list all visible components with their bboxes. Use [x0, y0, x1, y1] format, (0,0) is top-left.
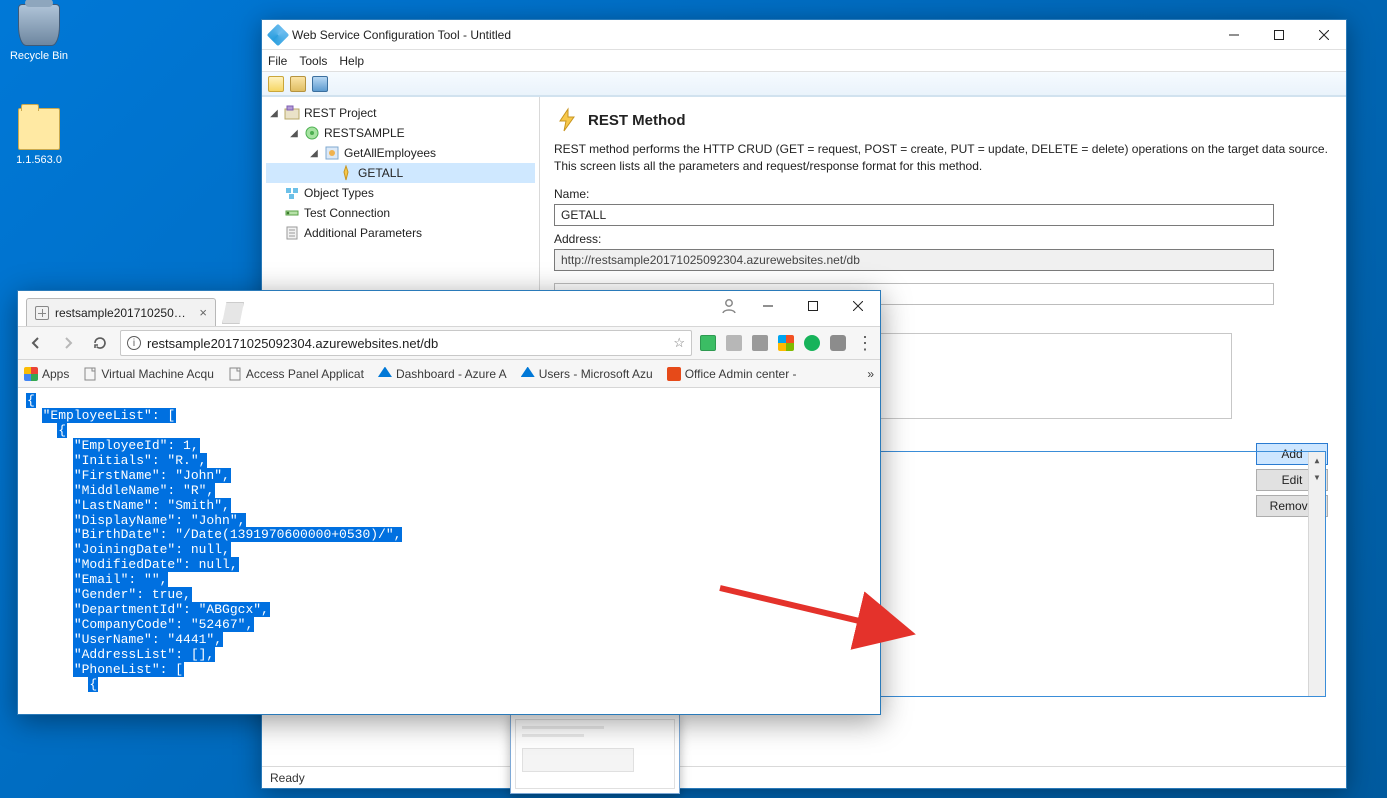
tree-sample[interactable]: ◢ RESTSAMPLE	[266, 123, 535, 143]
address-label: Address:	[554, 232, 1332, 246]
name-label: Name:	[554, 187, 1332, 201]
ext-icon-2[interactable]	[726, 335, 742, 351]
save-icon[interactable]	[312, 76, 328, 92]
method-icon	[338, 165, 354, 181]
bookmark-4[interactable]: Users - Microsoft Azu	[521, 367, 653, 381]
bookmark-5[interactable]: Office Admin center -	[667, 367, 797, 381]
bookmark-3[interactable]: Dashboard - Azure A	[378, 367, 507, 381]
toolbar	[262, 72, 1346, 96]
tree-test-connection[interactable]: Test Connection	[266, 203, 535, 223]
resource-icon	[324, 145, 340, 161]
forward-button[interactable]	[56, 331, 80, 355]
tree-object-types[interactable]: Object Types	[266, 183, 535, 203]
expander-icon[interactable]: ◢	[268, 108, 280, 119]
bookmark-1[interactable]: Virtual Machine Acqu	[83, 367, 214, 381]
page-icon	[83, 367, 97, 381]
name-input[interactable]	[554, 204, 1274, 226]
tab-close-icon[interactable]: ×	[199, 305, 207, 320]
tree-additional-params-label: Additional Parameters	[304, 226, 422, 240]
page-icon	[228, 367, 242, 381]
status-text: Ready	[270, 771, 305, 785]
browser-titlebar[interactable]: restsample2017102509… ×	[18, 291, 880, 326]
menu-file[interactable]: File	[268, 54, 287, 68]
windows-ext-icon[interactable]	[778, 335, 794, 351]
browser-tab[interactable]: restsample2017102509… ×	[26, 298, 216, 326]
app-icon	[267, 23, 290, 46]
bookmark-2[interactable]: Access Panel Applicat	[228, 367, 364, 381]
bookmarks-bar: Apps Virtual Machine Acqu Access Panel A…	[18, 360, 880, 388]
scroll-down-icon[interactable]: ▾	[1313, 469, 1320, 486]
tree-object-types-label: Object Types	[304, 186, 374, 200]
azure-icon	[378, 367, 392, 381]
browser-window: restsample2017102509… × i restsample2017…	[17, 290, 881, 715]
project-icon	[284, 105, 300, 121]
ext-icon-1[interactable]	[700, 335, 716, 351]
close-button[interactable]	[1301, 20, 1346, 50]
panel-description: REST method performs the HTTP CRUD (GET …	[554, 141, 1332, 175]
ext-icon-5[interactable]	[804, 335, 820, 351]
new-tab-button[interactable]	[222, 302, 244, 324]
folder-icon	[18, 108, 60, 150]
tree-resource-label: GetAllEmployees	[344, 146, 436, 160]
star-icon[interactable]: ☆	[673, 335, 685, 351]
tab-title: restsample2017102509…	[55, 306, 187, 320]
recycle-bin[interactable]: Recycle Bin	[4, 4, 74, 62]
panel-heading: REST Method	[588, 112, 686, 129]
bookmarks-overflow[interactable]: »	[867, 367, 874, 381]
office-icon	[667, 367, 681, 381]
expander-icon[interactable]: ◢	[308, 148, 320, 159]
extensions: ⋮	[700, 335, 874, 351]
tree-root-label: REST Project	[304, 106, 376, 120]
taskbar-preview[interactable]	[510, 714, 680, 794]
menu-tools[interactable]: Tools	[299, 54, 327, 68]
apps-icon	[24, 367, 38, 381]
test-connection-icon	[284, 205, 300, 221]
browser-minimize-button[interactable]	[745, 291, 790, 321]
site-info-icon[interactable]: i	[127, 336, 141, 350]
tree-sample-label: RESTSAMPLE	[324, 126, 405, 140]
tree-test-connection-label: Test Connection	[304, 206, 390, 220]
recycle-bin-label: Recycle Bin	[4, 50, 74, 62]
tree-root[interactable]: ◢ REST Project	[266, 103, 535, 123]
open-icon[interactable]	[290, 76, 306, 92]
back-button[interactable]	[24, 331, 48, 355]
apps-button[interactable]: Apps	[24, 367, 69, 381]
recycle-bin-icon	[18, 4, 60, 46]
tree-method-label: GETALL	[358, 166, 403, 180]
folder-label: 1.1.563.0	[4, 154, 74, 166]
address-input	[554, 249, 1274, 271]
tree-method[interactable]: GETALL	[266, 163, 535, 183]
expander-icon[interactable]: ◢	[288, 128, 300, 139]
menu-icon[interactable]: ⋮	[856, 339, 874, 347]
statusbar: Ready	[262, 766, 1346, 788]
tree-additional-params[interactable]: Additional Parameters	[266, 223, 535, 243]
reload-button[interactable]	[88, 331, 112, 355]
azure-icon	[521, 367, 535, 381]
minimize-button[interactable]	[1211, 20, 1256, 50]
service-icon	[304, 125, 320, 141]
menu-help[interactable]: Help	[339, 54, 364, 68]
ext-icon-6[interactable]	[830, 335, 846, 351]
additional-params-icon	[284, 225, 300, 241]
desktop-folder[interactable]: 1.1.563.0	[4, 108, 74, 166]
url-input[interactable]: i restsample20171025092304.azurewebsites…	[120, 330, 692, 356]
browser-content[interactable]: { "EmployeeList": [ { "EmployeeId": 1, "…	[18, 388, 880, 714]
browser-close-button[interactable]	[835, 291, 880, 321]
profile-icon[interactable]	[718, 295, 740, 317]
bolt-icon	[554, 107, 580, 133]
menubar: File Tools Help	[262, 50, 1346, 72]
scrollbar[interactable]: ▴ ▾	[1308, 452, 1325, 696]
new-icon[interactable]	[268, 76, 284, 92]
ext-icon-3[interactable]	[752, 335, 768, 351]
url-text: restsample20171025092304.azurewebsites.n…	[147, 336, 667, 351]
window-title: Web Service Configuration Tool - Untitle…	[292, 28, 1211, 42]
tree-resource[interactable]: ◢ GetAllEmployees	[266, 143, 535, 163]
address-bar: i restsample20171025092304.azurewebsites…	[18, 326, 880, 360]
scroll-up-icon[interactable]: ▴	[1313, 452, 1320, 469]
titlebar[interactable]: Web Service Configuration Tool - Untitle…	[262, 20, 1346, 50]
tab-favicon	[35, 306, 49, 320]
browser-maximize-button[interactable]	[790, 291, 835, 321]
object-types-icon	[284, 185, 300, 201]
maximize-button[interactable]	[1256, 20, 1301, 50]
